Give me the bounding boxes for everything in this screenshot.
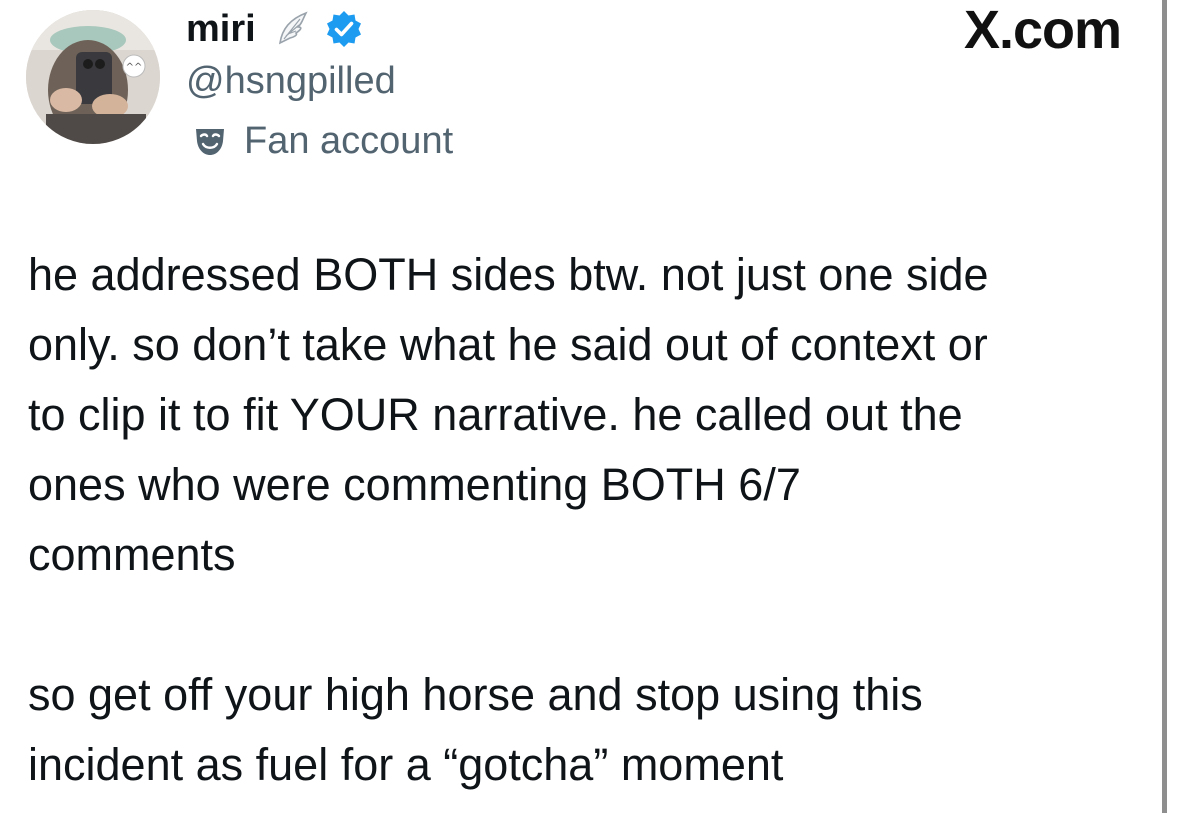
svg-text:^^: ^^ [126,62,143,73]
avatar[interactable]: ^^ [26,10,160,144]
tweet-line: comments [28,529,236,580]
tweet-line: only. so don’t take what he said out of … [28,319,988,370]
tweet-line: so get off your high horse and stop usin… [28,669,923,720]
account-label: Fan account [186,116,453,166]
screenshot-edge-divider [1162,0,1167,813]
verified-badge-icon[interactable] [324,9,364,49]
author-handle[interactable]: @hsngpilled [186,56,453,106]
tweet-line: ones who were commenting BOTH 6/7 [28,459,801,510]
mask-icon [196,129,224,155]
avatar-photo-image: ^^ [26,10,160,144]
tweet-header: miri @hsngpilled Fan account [186,4,453,166]
paragraph-break [28,590,1148,660]
x-com-watermark: X.com [963,0,1122,60]
wing-icon [278,11,308,45]
tweet-line: incident as fuel for a “gotcha” moment [28,739,784,790]
account-label-text: Fan account [244,119,454,162]
tweet-line: to clip it to fit YOUR narrative. he cal… [28,389,963,440]
author-display-name[interactable]: miri [186,8,256,51]
tweet-line: he addressed BOTH sides btw. not just on… [28,249,989,300]
tweet-text: he addressed BOTH sides btw. not just on… [28,240,1148,800]
author-name-row: miri [186,4,453,54]
